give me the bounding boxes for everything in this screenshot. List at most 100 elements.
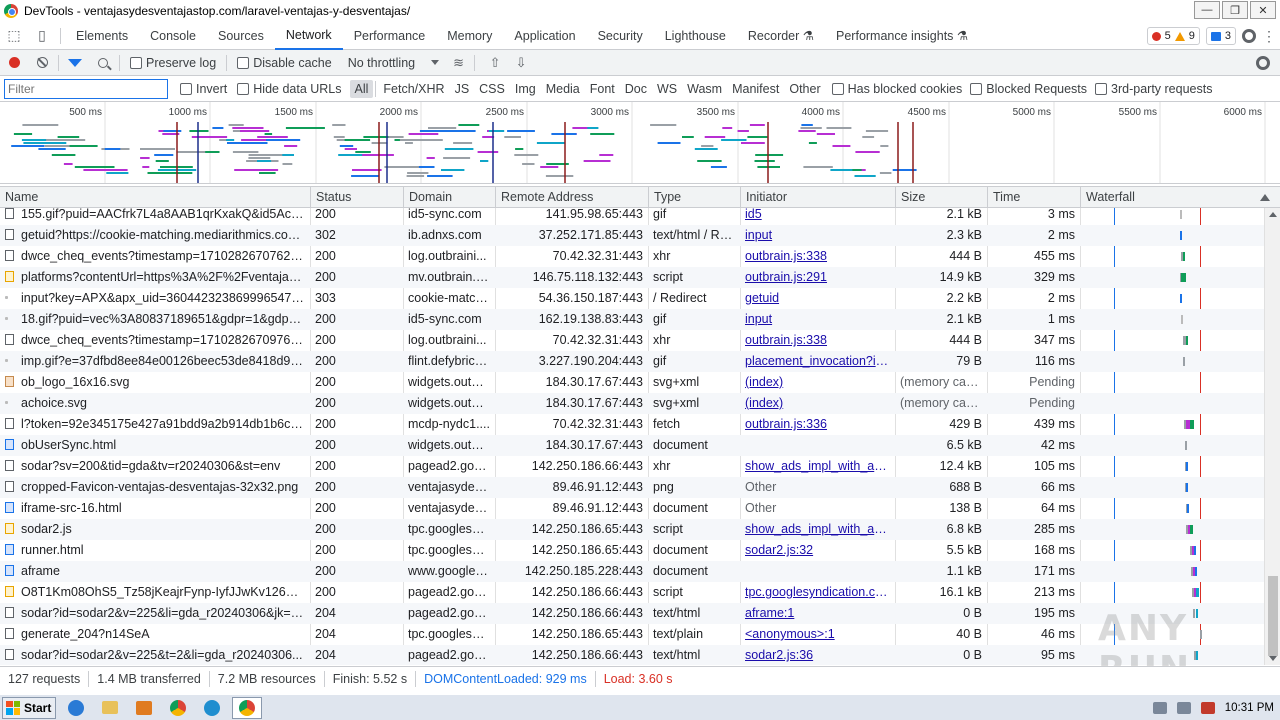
column-header-domain[interactable]: Domain	[403, 187, 495, 208]
type-filter-fetch-xhr[interactable]: Fetch/XHR	[378, 80, 449, 98]
hide-data-urls-checkbox[interactable]: Hide data URLs	[237, 82, 342, 96]
table-row[interactable]: runner.html 200 tpc.googlesyn... 142.250.18…	[0, 540, 1264, 561]
network-conditions-icon[interactable]: ≋	[453, 55, 464, 71]
throttling-select[interactable]: No throttling	[348, 56, 440, 70]
cell-name[interactable]: O8T1Km08OhS5_Tz58jKeajrFynp-IyfJJwKv1268…	[0, 582, 310, 603]
cell-name[interactable]: iframe-src-16.html	[0, 498, 310, 519]
cell-initiator[interactable]: show_ads_impl_with_ama...	[740, 519, 895, 540]
type-filter-js[interactable]: JS	[450, 80, 475, 98]
tab-memory[interactable]: Memory	[436, 22, 503, 50]
column-header-time[interactable]: Time	[987, 187, 1080, 208]
filter-toggle-button[interactable]	[61, 50, 89, 76]
preserve-log-checkbox[interactable]: Preserve log	[130, 56, 216, 70]
tab-performance-insights[interactable]: Performance insights ⚗	[825, 22, 979, 50]
search-button[interactable]	[89, 50, 117, 76]
table-row[interactable]: O8T1Km08OhS5_Tz58jKeajrFynp-IyfJJwKv1268…	[0, 582, 1264, 603]
cell-name[interactable]: runner.html	[0, 540, 310, 561]
volume-icon[interactable]	[1152, 702, 1167, 714]
media-player-taskbar-icon[interactable]	[130, 697, 158, 719]
cell-name[interactable]: cropped-Favicon-ventajas-desventajas-32x…	[0, 477, 310, 498]
table-row[interactable]: obUserSync.html 200 widgets.outbr... 184.30…	[0, 435, 1264, 456]
cell-name[interactable]: ob_logo_16x16.svg	[0, 372, 310, 393]
type-filter-other[interactable]: Other	[784, 80, 825, 98]
cell-name[interactable]: getuid?https://cookie-matching.mediarith…	[0, 225, 310, 246]
table-row[interactable]: dwce_cheq_events?timestamp=1710282670976…	[0, 330, 1264, 351]
tab-recorder[interactable]: Recorder ⚗	[737, 22, 825, 50]
maximize-button[interactable]: ❐	[1222, 1, 1248, 19]
tab-security[interactable]: Security	[587, 22, 654, 50]
type-filter-ws[interactable]: WS	[652, 80, 682, 98]
cell-name[interactable]: 18.gif?puid=vec%3A80837189651&gdpr=1&gdp…	[0, 309, 310, 330]
table-row[interactable]: 155.gif?puid=AACfrk7L4a8AAB1qrKxakQ&id5A…	[0, 208, 1264, 225]
table-row[interactable]: ob_logo_16x16.svg 200 widgets.outbr... 184.…	[0, 372, 1264, 393]
tab-performance[interactable]: Performance	[343, 22, 437, 50]
cell-name[interactable]: l?token=92e345175e427a91bdd9a2b914db1b6c…	[0, 414, 310, 435]
table-row[interactable]: dwce_cheq_events?timestamp=1710282670762…	[0, 246, 1264, 267]
table-row[interactable]: aframe 200 www.google.c... 142.250.185.228:…	[0, 561, 1264, 582]
cell-initiator[interactable]: sodar2.js:36	[740, 645, 895, 665]
tab-console[interactable]: Console	[139, 22, 207, 50]
cell-initiator[interactable]: tpc.googlesyndication.co...	[740, 582, 895, 603]
clear-button[interactable]	[28, 50, 56, 76]
cell-name[interactable]: achoice.svg	[0, 393, 310, 414]
cell-initiator[interactable]: outbrain.js:291	[740, 267, 895, 288]
type-filter-media[interactable]: Media	[541, 80, 585, 98]
scroll-up-arrow-icon[interactable]	[1269, 212, 1277, 217]
record-button[interactable]	[0, 50, 28, 76]
table-row[interactable]: 18.gif?puid=vec%3A80837189651&gdpr=1&gdp…	[0, 309, 1264, 330]
cell-initiator[interactable]: show_ads_impl_with_ama...	[740, 456, 895, 477]
table-row[interactable]: imp.gif?e=37dfbd8ee84e00126beec53de8418d…	[0, 351, 1264, 372]
import-har-icon[interactable]: ⇧	[485, 53, 505, 73]
start-button[interactable]: Start	[2, 696, 56, 719]
tab-lighthouse[interactable]: Lighthouse	[654, 22, 737, 50]
table-row[interactable]: cropped-Favicon-ventajas-desventajas-32x…	[0, 477, 1264, 498]
cell-initiator[interactable]: outbrain.js:336	[740, 414, 895, 435]
type-filter-all[interactable]: All	[349, 79, 374, 98]
disable-cache-checkbox[interactable]: Disable cache	[237, 56, 332, 70]
cell-name[interactable]: sodar?id=sodar2&v=225&t=2&li=gda_r202403…	[0, 645, 310, 665]
close-button[interactable]: ✕	[1250, 1, 1276, 19]
table-row[interactable]: achoice.svg 200 widgets.outbr... 184.30.17.…	[0, 393, 1264, 414]
internet-explorer-taskbar-icon[interactable]	[62, 697, 90, 719]
messages-badge[interactable]: 3	[1205, 27, 1236, 45]
cell-initiator[interactable]: (index)	[740, 372, 895, 393]
minimize-button[interactable]: —	[1194, 1, 1220, 19]
table-row[interactable]: sodar?sv=200&tid=gda&tv=r20240306&st=env…	[0, 456, 1264, 477]
type-filter-img[interactable]: Img	[510, 80, 541, 98]
chrome-taskbar-icon[interactable]	[164, 697, 192, 719]
cell-name[interactable]: sodar?sv=200&tid=gda&tv=r20240306&st=env	[0, 456, 310, 477]
table-row[interactable]: sodar?id=sodar2&v=225&t=2&li=gda_r202403…	[0, 645, 1264, 665]
table-row[interactable]: getuid?https://cookie-matching.mediarith…	[0, 225, 1264, 246]
table-row[interactable]: platforms?contentUrl=https%3A%2F%2Fventa…	[0, 267, 1264, 288]
invert-checkbox[interactable]: Invert	[180, 82, 227, 96]
device-toolbar-icon[interactable]: ▯	[28, 22, 56, 50]
column-header-type[interactable]: Type	[648, 187, 740, 208]
more-options-icon[interactable]: ⋮	[1262, 28, 1276, 45]
cell-name[interactable]: generate_204?n14SeA	[0, 624, 310, 645]
settings-gear-icon[interactable]	[1242, 29, 1256, 43]
column-header-name[interactable]: Name	[0, 187, 310, 208]
tab-network[interactable]: Network	[274, 22, 343, 50]
table-row[interactable]: iframe-src-16.html 200 ventajasydesv... 89.…	[0, 498, 1264, 519]
type-filter-manifest[interactable]: Manifest	[727, 80, 784, 98]
type-filter-font[interactable]: Font	[585, 80, 620, 98]
cell-initiator[interactable]: <anonymous>:1	[740, 624, 895, 645]
edge-taskbar-icon[interactable]	[198, 697, 226, 719]
cell-name[interactable]: sodar?id=sodar2&v=225&li=gda_r20240306&j…	[0, 603, 310, 624]
cell-name[interactable]: 155.gif?puid=AACfrk7L4a8AAB1qrKxakQ&id5A…	[0, 208, 310, 225]
table-row[interactable]: input?key=APX&apx_uid=360442323869996547…	[0, 288, 1264, 309]
tab-sources[interactable]: Sources	[207, 22, 275, 50]
cell-name[interactable]: platforms?contentUrl=https%3A%2F%2Fventa…	[0, 267, 310, 288]
table-row[interactable]: sodar2.js 200 tpc.googlesyn... 142.250.186.…	[0, 519, 1264, 540]
cell-initiator[interactable]: sodar2.js:32	[740, 540, 895, 561]
vertical-scrollbar[interactable]	[1264, 208, 1280, 665]
tab-elements[interactable]: Elements	[65, 22, 139, 50]
chrome-active-taskbar-icon[interactable]	[232, 696, 262, 719]
type-filter-wasm[interactable]: Wasm	[682, 80, 727, 98]
column-header-size[interactable]: Size	[895, 187, 987, 208]
cell-name[interactable]: input?key=APX&apx_uid=360442323869996547…	[0, 288, 310, 309]
table-row[interactable]: generate_204?n14SeA 204 tpc.googlesyn... 14…	[0, 624, 1264, 645]
has-blocked-cookies-checkbox[interactable]: Has blocked cookies	[831, 82, 962, 96]
column-header-remote-address[interactable]: Remote Address	[495, 187, 648, 208]
cell-initiator[interactable]: getuid	[740, 288, 895, 309]
